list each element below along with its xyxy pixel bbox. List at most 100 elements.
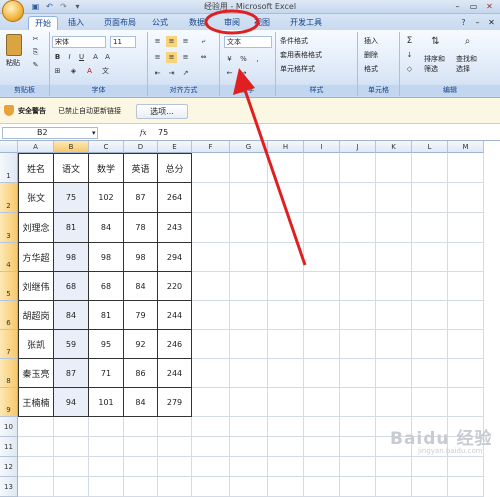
- cell[interactable]: [230, 437, 268, 457]
- sort-filter-icon[interactable]: ⇅: [430, 36, 441, 47]
- table-cell[interactable]: 84: [89, 213, 124, 243]
- decrease-indent-icon[interactable]: ⇤: [152, 68, 163, 79]
- align-middle-icon[interactable]: ≡: [166, 36, 177, 47]
- cell[interactable]: [89, 417, 124, 437]
- cell[interactable]: [230, 359, 268, 388]
- tab-data[interactable]: 数据: [183, 16, 211, 30]
- font-size-select[interactable]: 11: [110, 36, 136, 48]
- row-header-4[interactable]: 4: [0, 243, 18, 272]
- cell[interactable]: [340, 330, 376, 359]
- cell[interactable]: [192, 477, 230, 497]
- cell[interactable]: [268, 272, 304, 301]
- delete-cells-button[interactable]: 删除: [364, 50, 378, 60]
- column-header-a[interactable]: A: [18, 141, 54, 153]
- column-header-c[interactable]: C: [89, 141, 124, 153]
- cell[interactable]: [340, 183, 376, 213]
- cell[interactable]: [192, 437, 230, 457]
- cell[interactable]: [124, 457, 158, 477]
- column-header-l[interactable]: L: [412, 141, 448, 153]
- cell-styles-button[interactable]: 单元格样式: [280, 64, 315, 74]
- cell[interactable]: [304, 213, 340, 243]
- cell[interactable]: [89, 477, 124, 497]
- column-header-m[interactable]: M: [448, 141, 484, 153]
- table-cell[interactable]: 244: [158, 301, 192, 330]
- column-header-k[interactable]: K: [376, 141, 412, 153]
- phonetic-icon[interactable]: 文: [100, 66, 111, 77]
- cell[interactable]: [18, 457, 54, 477]
- restore-icon[interactable]: ▭: [468, 1, 479, 12]
- row-header-12[interactable]: 12: [0, 457, 18, 477]
- cell[interactable]: [412, 243, 448, 272]
- tab-view[interactable]: 视图: [250, 16, 274, 30]
- row-header-10[interactable]: 10: [0, 417, 18, 437]
- table-cell[interactable]: 王楠楠: [18, 388, 54, 417]
- cell[interactable]: [304, 301, 340, 330]
- table-cell[interactable]: 98: [54, 243, 89, 272]
- cell[interactable]: [268, 359, 304, 388]
- table-cell[interactable]: 68: [89, 272, 124, 301]
- cell[interactable]: [448, 477, 484, 497]
- row-header-3[interactable]: 3: [0, 213, 18, 243]
- cell[interactable]: [54, 457, 89, 477]
- cell[interactable]: [268, 153, 304, 183]
- tab-developer[interactable]: 开发工具: [284, 16, 328, 30]
- column-header-g[interactable]: G: [230, 141, 268, 153]
- column-header-i[interactable]: I: [304, 141, 340, 153]
- insert-function-button[interactable]: fx: [140, 128, 147, 138]
- cell[interactable]: [304, 477, 340, 497]
- cell[interactable]: [376, 183, 412, 213]
- cell[interactable]: [376, 301, 412, 330]
- increase-decimal-icon[interactable]: ←: [224, 68, 235, 79]
- cell[interactable]: [230, 330, 268, 359]
- cell[interactable]: [376, 359, 412, 388]
- cell[interactable]: [192, 330, 230, 359]
- help-icon[interactable]: ?: [458, 17, 469, 28]
- cell[interactable]: [304, 437, 340, 457]
- table-header-cell[interactable]: 姓名: [18, 153, 54, 183]
- cell[interactable]: [412, 477, 448, 497]
- cell[interactable]: [448, 301, 484, 330]
- cell[interactable]: [158, 457, 192, 477]
- cell[interactable]: [54, 477, 89, 497]
- cell[interactable]: [230, 457, 268, 477]
- decrease-decimal-icon[interactable]: →: [238, 68, 249, 79]
- fill-icon[interactable]: ↓: [404, 50, 415, 61]
- cell[interactable]: [376, 457, 412, 477]
- cell[interactable]: [230, 153, 268, 183]
- table-cell[interactable]: 胡超岗: [18, 301, 54, 330]
- cell[interactable]: [376, 477, 412, 497]
- table-cell[interactable]: 87: [54, 359, 89, 388]
- wrap-text-icon[interactable]: ⤶: [198, 36, 209, 47]
- name-box-dropdown-icon[interactable]: ▾: [92, 128, 96, 138]
- table-cell[interactable]: 86: [124, 359, 158, 388]
- align-right-icon[interactable]: ≡: [180, 52, 191, 63]
- cell[interactable]: [412, 272, 448, 301]
- cell[interactable]: [304, 183, 340, 213]
- table-cell[interactable]: 95: [89, 330, 124, 359]
- comma-icon[interactable]: ,: [252, 54, 263, 65]
- table-cell[interactable]: 84: [54, 301, 89, 330]
- cell[interactable]: [340, 477, 376, 497]
- increase-indent-icon[interactable]: ⇥: [166, 68, 177, 79]
- cell[interactable]: [268, 213, 304, 243]
- table-cell[interactable]: 78: [124, 213, 158, 243]
- cell[interactable]: [268, 330, 304, 359]
- table-header-cell[interactable]: 总分: [158, 153, 192, 183]
- align-left-icon[interactable]: ≡: [152, 52, 163, 63]
- cell[interactable]: [230, 301, 268, 330]
- tab-home[interactable]: 开始: [28, 16, 58, 30]
- table-header-cell[interactable]: 语文: [54, 153, 89, 183]
- fill-color-icon[interactable]: ◈: [68, 66, 79, 77]
- cell[interactable]: [268, 301, 304, 330]
- column-header-h[interactable]: H: [268, 141, 304, 153]
- table-cell[interactable]: 87: [124, 183, 158, 213]
- table-cell[interactable]: 279: [158, 388, 192, 417]
- cell[interactable]: [376, 243, 412, 272]
- select-all-corner[interactable]: [0, 141, 18, 153]
- cell[interactable]: [304, 359, 340, 388]
- cell[interactable]: [268, 477, 304, 497]
- table-cell[interactable]: 71: [89, 359, 124, 388]
- cell[interactable]: [304, 153, 340, 183]
- cell[interactable]: [448, 330, 484, 359]
- cell[interactable]: [340, 153, 376, 183]
